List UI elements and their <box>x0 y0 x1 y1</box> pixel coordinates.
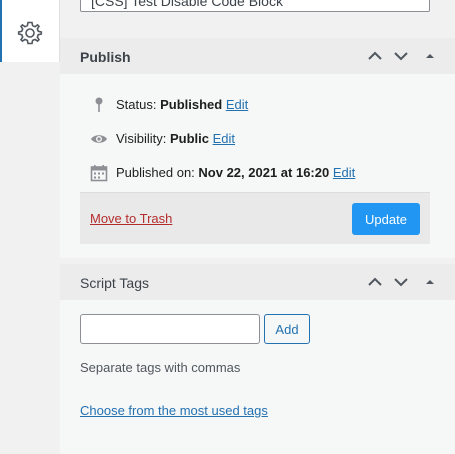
publish-panel-title: Publish <box>80 49 131 65</box>
tag-input[interactable] <box>80 314 260 344</box>
move-down-icon[interactable] <box>392 48 410 64</box>
left-column <box>0 0 60 454</box>
publish-actions: Move to Trash Update <box>80 192 430 244</box>
tags-hint: Separate tags with commas <box>80 360 241 375</box>
most-used-tags-link[interactable]: Choose from the most used tags <box>80 403 268 418</box>
pin-icon <box>95 97 103 112</box>
status-edit-link[interactable]: Edit <box>226 97 248 112</box>
publish-panel: Publish Status: Published Edit Visibilit… <box>60 38 455 258</box>
script-tags-panel: Script Tags Add Separate tags with comma… <box>60 264 455 454</box>
settings-tab[interactable] <box>0 0 60 62</box>
gear-icon <box>17 21 43 45</box>
move-up-icon[interactable] <box>366 48 384 64</box>
visibility-value: Public <box>169 131 209 146</box>
status-label: Status: <box>116 97 157 112</box>
add-tag-button[interactable]: Add <box>264 314 310 344</box>
script-tags-panel-header: Script Tags <box>60 264 455 300</box>
eye-icon <box>91 135 107 143</box>
move-down-icon[interactable] <box>392 274 410 290</box>
active-tab-indicator <box>0 0 2 62</box>
collapse-toggle-icon[interactable] <box>424 276 442 292</box>
post-title-field[interactable]: [CSS] Test Disable Code Block <box>80 0 430 12</box>
move-up-icon[interactable] <box>366 274 384 290</box>
status-value: Published <box>160 97 223 112</box>
published-edit-link[interactable]: Edit <box>333 165 355 180</box>
visibility-edit-link[interactable]: Edit <box>213 131 235 146</box>
calendar-icon <box>90 165 108 182</box>
update-button[interactable]: Update <box>352 203 420 235</box>
collapse-toggle-icon[interactable] <box>424 50 442 66</box>
move-to-trash-link[interactable]: Move to Trash <box>90 211 172 226</box>
published-label: Published on: <box>116 165 195 180</box>
visibility-label: Visibility: <box>116 131 167 146</box>
publish-panel-header: Publish <box>60 38 455 74</box>
editor-sidebar: [CSS] Test Disable Code Block Publish St… <box>60 0 455 454</box>
script-tags-panel-title: Script Tags <box>80 275 149 291</box>
published-value: Nov 22, 2021 at 16:20 <box>198 165 330 180</box>
